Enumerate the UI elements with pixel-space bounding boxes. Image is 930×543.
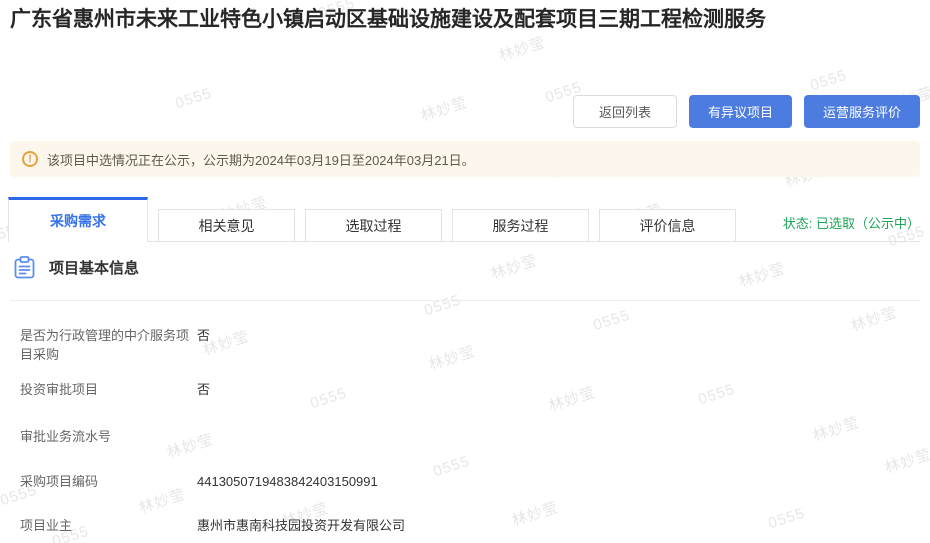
tab-evaluation-info[interactable]: 评价信息 (599, 209, 736, 242)
tab-selection-process[interactable]: 选取过程 (305, 209, 442, 242)
field-row-approval-serial-number: 审批业务流水号 (20, 427, 920, 446)
field-value: 惠州市惠南科技园投资开发有限公司 (197, 516, 405, 535)
field-row-investment-approval: 投资审批项目 否 (20, 380, 920, 399)
field-label: 审批业务流水号 (20, 427, 197, 446)
watermark-text: 林妙莹 (736, 257, 788, 292)
field-label: 采购项目编码 (20, 472, 197, 491)
field-label: 投资审批项目 (20, 380, 197, 399)
publicity-notice-banner: ! 该项目中选情况正在公示，公示期为2024年03月19日至2024年03月21… (10, 141, 920, 177)
status-badge: 状态: 已选取（公示中） (783, 213, 920, 232)
field-value: 4413050719483842403150991 (197, 472, 378, 491)
field-value: 否 (197, 326, 210, 345)
service-evaluation-button[interactable]: 运营服务评价 (804, 95, 920, 128)
watermark-layer: 0555林妙莹0555林妙莹05550555林妙莹0555林妙莹0555林妙莹林… (0, 0, 930, 543)
field-row-project-code: 采购项目编码 4413050719483842403150991 (20, 472, 920, 491)
watermark-text: 0555 (422, 292, 463, 320)
toolbar: 返回列表 有异议项目 运营服务评价 (573, 95, 920, 128)
watermark-text: 林妙莹 (488, 249, 540, 284)
watermark-text: 0555 (173, 85, 214, 113)
field-value: 否 (197, 380, 210, 399)
tab-related-opinions[interactable]: 相关意见 (158, 209, 295, 242)
tab-service-process[interactable]: 服务过程 (452, 209, 589, 242)
tab-procurement-demand[interactable]: 采购需求 (8, 197, 148, 242)
clipboard-icon (14, 256, 35, 279)
watermark-text: 林妙莹 (418, 91, 470, 126)
watermark-text: 0555 (808, 67, 849, 95)
warning-circle-icon: ! (22, 151, 38, 167)
field-label: 是否为行政管理的中介服务项目采购 (20, 326, 197, 364)
field-row-intermediary-service: 是否为行政管理的中介服务项目采购 否 (20, 326, 920, 364)
section-divider (10, 300, 920, 301)
watermark-text: 林妙莹 (496, 31, 548, 66)
section-header-basic-info: 项目基本信息 (14, 256, 139, 279)
tab-bar: 采购需求 相关意见 选取过程 服务过程 评价信息 (8, 197, 736, 242)
page-title: 广东省惠州市未来工业特色小镇启动区基础设施建设及配套项目三期工程检测服务 (10, 5, 922, 35)
field-label: 项目业主 (20, 516, 197, 535)
dispute-project-button[interactable]: 有异议项目 (689, 95, 792, 128)
section-title: 项目基本信息 (49, 257, 139, 278)
notice-text: 该项目中选情况正在公示，公示期为2024年03月19日至2024年03月21日。 (47, 150, 475, 169)
project-detail-page: 0555林妙莹0555林妙莹05550555林妙莹0555林妙莹0555林妙莹林… (0, 0, 930, 543)
field-row-project-owner: 项目业主 惠州市惠南科技园投资开发有限公司 (20, 516, 920, 535)
back-to-list-button[interactable]: 返回列表 (573, 95, 677, 128)
